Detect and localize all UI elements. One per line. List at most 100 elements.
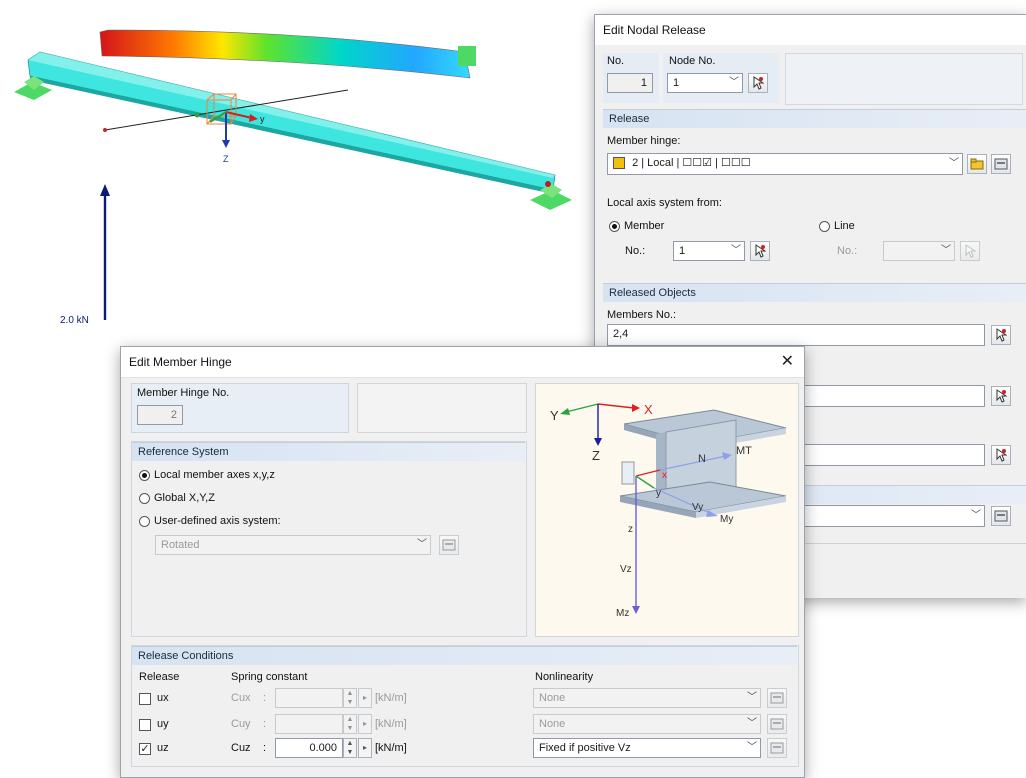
svg-text:y: y [656,488,661,499]
chevron-down-icon: ﹀ [747,692,757,703]
radio-local-axes-label: Local member axes x,y,z [154,469,275,481]
radio-member[interactable] [609,221,620,232]
svg-text:x: x [662,470,667,481]
nonlin-ux-select[interactable]: None ﹀ [533,688,761,708]
unit-uy: [kN/m] [375,718,407,730]
spring-cuy-label: Cuy [231,718,251,730]
edit-dialog-icon [770,718,784,730]
nonlin-uy-edit-button[interactable] [767,714,787,734]
member-hinge-label: Member hinge: [607,135,681,147]
spin-ux-arrow[interactable]: ▸ [358,688,372,708]
release-ux-checkbox[interactable] [139,693,151,705]
svg-text:Z: Z [592,448,600,463]
node-no-value: 1 [673,77,680,89]
edit-button-4[interactable] [991,506,1011,526]
nonlin-uy-select[interactable]: None ﹀ [533,714,761,734]
line-no-select[interactable]: ﹀ [883,241,955,261]
axis-z-label: Z [223,154,229,164]
pick-button-2[interactable] [991,386,1011,406]
member-no-value: 1 [679,245,686,257]
pointer-pick-icon [996,389,1007,403]
pick-button-3[interactable] [991,445,1011,465]
node-no-select[interactable]: 1 ﹀ [667,73,743,93]
spring-cuy-input[interactable] [275,714,343,734]
pointer-pick-icon [965,244,976,258]
edit-axis-button[interactable] [439,535,459,555]
model-viewport[interactable]: Z y 2.0 kN [0,0,600,345]
unit-uz: [kN/m] [375,742,407,754]
svg-text:My: My [720,514,733,525]
member-no-label: No.: [625,245,646,257]
unit-ux: [kN/m] [375,692,407,704]
chevron-down-icon: ﹀ [729,77,739,88]
pointer-pick-icon [996,328,1007,342]
new-hinge-button[interactable] [967,154,987,174]
member-no-select[interactable]: 1 ﹀ [673,241,745,261]
load-label: 2.0 kN [60,315,89,326]
nonlin-uz-value: Fixed if positive Vz [539,742,631,754]
edit-dialog-icon [994,510,1008,522]
beam [27,51,556,194]
reference-system-header: Reference System [132,442,525,461]
svg-text:Vz: Vz [620,564,632,575]
pick-members-button[interactable] [991,325,1011,345]
member-hinge-select[interactable]: 2 | Local | ☐☐☑ | ☐☐☐ ﹀ [607,153,963,175]
spin-uz-stepper[interactable]: ▲ ▼ [343,738,357,758]
spring-cuz-input[interactable]: 0.000 [275,738,343,758]
nonlin-ux-value: None [539,692,566,704]
radio-user-axes-label: User-defined axis system: [154,515,281,527]
release-uy-checkbox[interactable] [139,719,151,731]
no-label: No. [607,55,625,67]
spin-uy-stepper[interactable]: ▲ ▼ [343,714,357,734]
member-hinge-value: 2 | Local | ☐☐☑ | ☐☐☐ [632,157,751,169]
chevron-down-icon: ﹀ [971,510,981,521]
radio-member-label: Member [624,220,665,232]
model-graphic: Z y 2.0 kN [14,29,572,326]
member-hinge-title-text: Edit Member Hinge [129,355,232,369]
radio-user-axes[interactable] [139,516,150,527]
spring-cux-input[interactable] [275,688,343,708]
close-icon[interactable]: ✕ [781,351,794,371]
spring-cuz-label: Cuz [231,742,251,754]
chevron-down-icon: ﹀ [949,158,959,169]
nonlin-uz-edit-button[interactable] [767,738,787,758]
radio-local-axes[interactable] [139,470,150,481]
release-section-header: Release [603,109,1026,128]
chevron-down-icon: ﹀ [731,245,741,256]
pick-line-button[interactable] [960,241,980,261]
no-field: 1 [607,73,653,93]
hinge-no-label: Member Hinge No. [137,387,230,399]
spin-uz-arrow[interactable]: ▸ [358,738,372,758]
radio-global-axes[interactable] [139,493,150,504]
nonlin-uz-select[interactable]: Fixed if positive Vz ﹀ [533,738,761,758]
release-uy-label: uy [157,718,169,730]
released-objects-header: Released Objects [603,283,1026,302]
local-axis-label: Local axis system from: [607,197,722,209]
nonlin-uy-value: None [539,718,566,730]
col-spring-label: Spring constant [231,671,308,683]
edit-dialog-icon [994,158,1008,170]
members-no-input[interactable]: 2,4 [607,324,985,346]
spin-uy-arrow[interactable]: ▸ [358,714,372,734]
svg-text:N: N [698,453,706,465]
chevron-down-icon: ﹀ [941,245,951,256]
edit-member-hinge-dialog: Edit Member Hinge ✕ Member Hinge No. 2 R… [120,346,805,778]
colon: : [263,718,267,730]
release-uz-label: uz [157,742,169,754]
pointer-pick-icon [755,244,766,258]
user-axis-value: Rotated [161,539,200,551]
node-no-label: Node No. [669,55,716,67]
comment-panel [785,53,1023,105]
release-uz-checkbox[interactable]: ✓ [139,743,151,755]
col-nonlinearity-label: Nonlinearity [535,671,594,683]
nonlin-ux-edit-button[interactable] [767,688,787,708]
edit-hinge-button[interactable] [991,154,1011,174]
svg-text:X: X [644,402,653,417]
spin-ux-stepper[interactable]: ▲ ▼ [343,688,357,708]
pick-member-button[interactable] [750,241,770,261]
user-axis-select[interactable]: Rotated ﹀ [155,535,431,555]
edit-dialog-icon [442,539,456,551]
pick-node-button[interactable] [748,73,768,93]
col-release-label: Release [139,671,180,683]
radio-line[interactable] [819,221,830,232]
